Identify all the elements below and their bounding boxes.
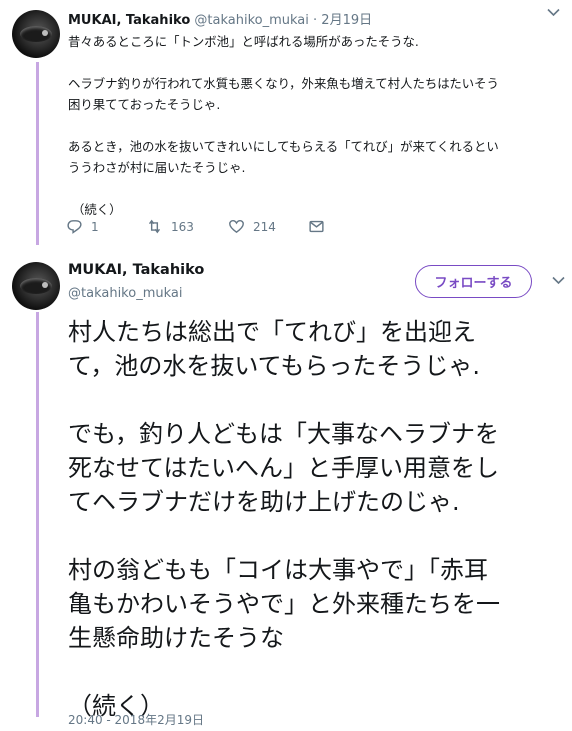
tweet-paragraph: （続く） bbox=[71, 202, 122, 217]
reply-button[interactable]: 1 bbox=[66, 218, 99, 235]
tweet-paragraph: あるとき，池の水を抜いてきれいにしてもらえる「てれび」が来てくれるとい ううわさが… bbox=[68, 139, 499, 175]
tweet-paragraph: でも，釣り人どもは「大事なヘラブナを 死なせてはたいへん」と手厚い用意をし てヘ… bbox=[68, 420, 500, 516]
like-count: 214 bbox=[253, 219, 276, 234]
reply-count: 1 bbox=[91, 219, 99, 234]
reply-icon bbox=[67, 220, 82, 234]
author-handle[interactable]: @takahiko_mukai bbox=[68, 286, 182, 301]
tweet-text: 昔々あるところに「トンボ池」と呼ばれる場所があったそうな. ヘラブナ釣りが行われ… bbox=[68, 31, 563, 220]
author-handle[interactable]: @takahiko_mukai bbox=[194, 13, 308, 28]
avatar[interactable] bbox=[12, 10, 60, 58]
retweet-count: 163 bbox=[171, 219, 194, 234]
chevron-down-icon[interactable] bbox=[547, 6, 560, 21]
tweet-text: 村人たちは総出で「てれび」を出迎え て，池の水を抜いてもらったそうじゃ. でも，… bbox=[68, 315, 563, 731]
retweet-button[interactable]: 163 bbox=[146, 218, 194, 235]
retweet-icon bbox=[148, 219, 161, 234]
tweet-paragraph: 昔々あるところに「トンボ池」と呼ばれる場所があったそうな. bbox=[68, 34, 419, 49]
tweet-paragraph: ヘラブナ釣りが行われて水質も悪くなり，外来魚も増えて村人たちはたいそう 困り果てて… bbox=[68, 76, 499, 112]
heart-icon bbox=[229, 219, 244, 234]
thread-connector-line bbox=[36, 312, 39, 717]
tweet-header: MUKAI, Takahiko @takahiko_mukai · 2月19日 bbox=[68, 9, 542, 28]
separator-dot: · bbox=[313, 13, 318, 28]
thread-connector-line bbox=[36, 62, 39, 245]
tweet-date[interactable]: 2月19日 bbox=[321, 13, 372, 28]
like-button[interactable]: 214 bbox=[228, 218, 276, 235]
tweet-paragraph: 村の翁どもも「コイは大事やで」「赤耳 亀もかわいそうやで」と外来種たちを一 生懸… bbox=[68, 556, 500, 652]
author-name[interactable]: MUKAI, Takahiko bbox=[68, 13, 190, 28]
follow-button[interactable]: フォローする bbox=[415, 265, 532, 298]
tweet-paragraph: 村人たちは総出で「てれび」を出迎え て，池の水を抜いてもらったそうじゃ. bbox=[68, 318, 481, 380]
tweet-timestamp[interactable]: 20:40 - 2018年2月19日 bbox=[68, 711, 204, 728]
direct-message-button[interactable] bbox=[308, 218, 325, 235]
author-name[interactable]: MUKAI, Takahiko bbox=[68, 262, 204, 278]
avatar[interactable] bbox=[12, 262, 60, 310]
chevron-down-icon[interactable] bbox=[552, 274, 565, 289]
envelope-icon bbox=[309, 220, 324, 233]
